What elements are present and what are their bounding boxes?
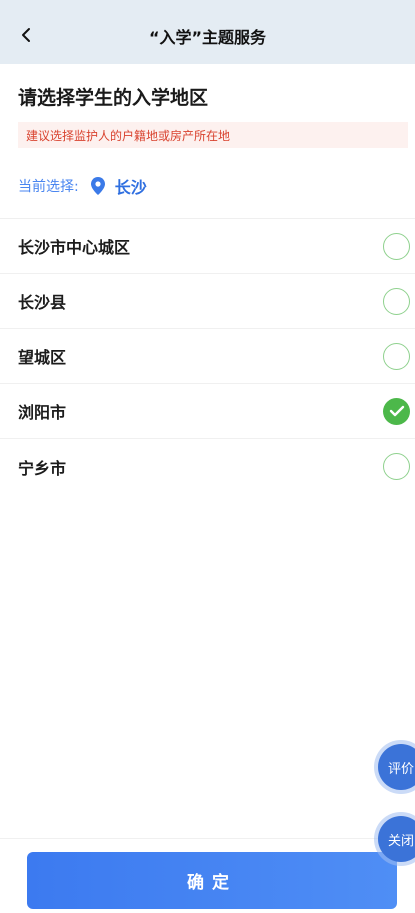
region-label: 浏阳市: [18, 403, 67, 422]
radio-unchecked-icon[interactable]: [383, 287, 410, 315]
region-label: 望城区: [18, 348, 67, 367]
region-label: 宁乡市: [18, 458, 67, 478]
navbar: “入学”主题服务: [0, 6, 415, 64]
current-selection-label: 当前选择:: [18, 179, 79, 195]
evaluate-button[interactable]: 评价: [378, 744, 415, 790]
region-item[interactable]: 长沙县: [0, 274, 415, 329]
tip-text: 建议选择监护人的户籍地或房产所在地: [26, 128, 231, 143]
confirm-button[interactable]: 确定: [27, 852, 397, 909]
radio-unchecked-icon[interactable]: [383, 342, 410, 370]
radio-unchecked-icon[interactable]: [383, 453, 410, 480]
region-label: 长沙县: [18, 293, 67, 312]
page-title: “入学”主题服务: [148, 28, 267, 47]
radio-unchecked-icon[interactable]: [383, 232, 410, 260]
region-label: 长沙市中心城区: [18, 238, 131, 257]
location-pin-icon: [90, 177, 105, 195]
current-selection-value: 长沙: [114, 178, 147, 197]
region-item[interactable]: 浏阳市: [0, 384, 415, 439]
region-item[interactable]: 宁乡市: [0, 439, 415, 494]
region-item[interactable]: 望城区: [0, 329, 415, 384]
tip-box: 建议选择监护人的户籍地或房产所在地: [18, 122, 408, 148]
section-heading: 请选择学生的入学地区: [18, 87, 209, 109]
checkmark-icon: [389, 405, 404, 417]
region-item[interactable]: 长沙市中心城区: [0, 219, 415, 274]
radio-checked-icon[interactable]: [383, 397, 410, 425]
current-selection: 当前选择: 长沙: [18, 174, 147, 198]
region-list: 长沙市中心城区 长沙县 望城区 浏阳市 宁乡市: [0, 219, 415, 494]
